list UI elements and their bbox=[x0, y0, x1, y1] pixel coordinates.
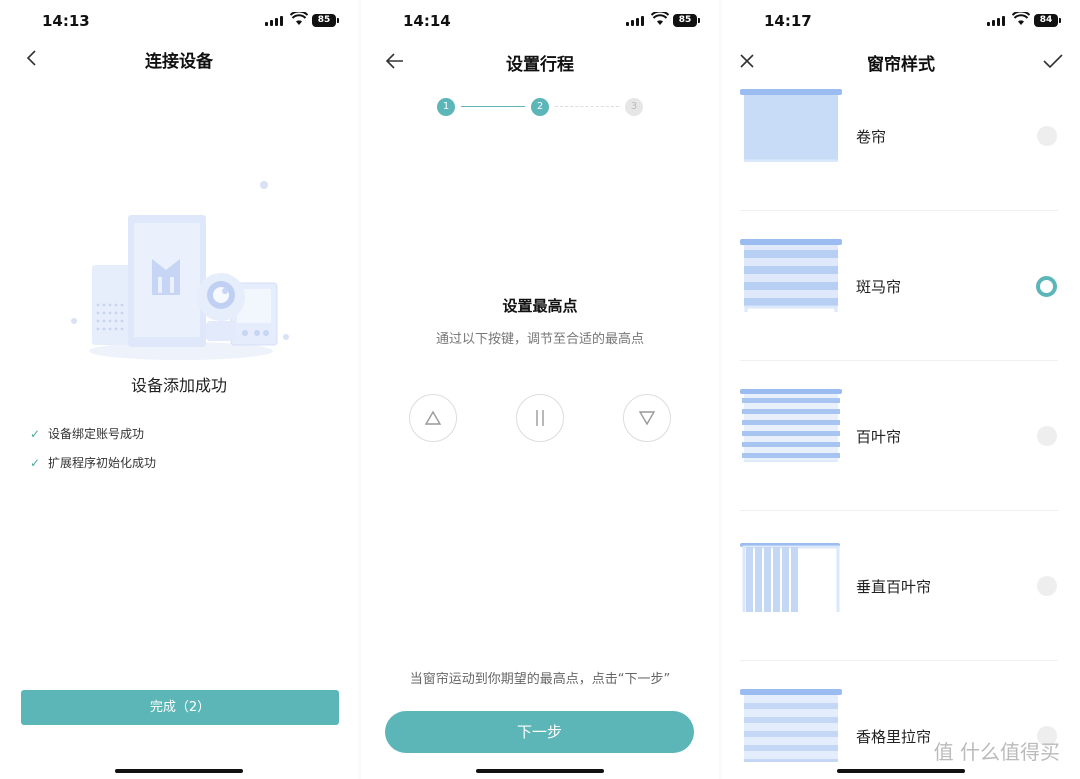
status-bar: 14:14 85 bbox=[361, 0, 719, 40]
vertical-blind-icon bbox=[740, 543, 840, 612]
radio-button[interactable] bbox=[1037, 576, 1057, 596]
set-top-heading: 设置最高点 bbox=[502, 297, 578, 315]
signal-icon bbox=[626, 16, 645, 26]
pause-button[interactable] bbox=[516, 394, 564, 442]
home-indicator bbox=[476, 769, 604, 773]
panel-curtain-style: 14:17 84 窗帘样式 卷帘 斑马帘 百叶帘 垂直百叶帘 香格里拉帘 值 什… bbox=[722, 0, 1080, 779]
triangle-up-icon bbox=[424, 410, 442, 425]
curtain-option-vertical-venetian[interactable]: 垂直百叶帘 bbox=[722, 511, 1080, 661]
step-indicator-2: 2 bbox=[531, 98, 549, 116]
panel-connect-device: 14:13 85 连接设备 设备添加成功 ✓ 设备绑定账号成功 ✓ 扩展程序初始化成… bbox=[0, 0, 358, 779]
page-title: 设置行程 bbox=[506, 55, 574, 75]
status-bar: 14:17 84 bbox=[722, 0, 1080, 40]
check-icon: ✓ bbox=[30, 456, 41, 470]
home-indicator bbox=[837, 769, 965, 773]
home-indicator bbox=[115, 769, 243, 773]
up-button[interactable] bbox=[409, 394, 457, 442]
option-label: 香格里拉帘 bbox=[856, 728, 932, 746]
venetian-blind-icon bbox=[740, 389, 842, 462]
wifi-icon bbox=[651, 12, 669, 25]
curtain-option-zebra[interactable]: 斑马帘 bbox=[722, 211, 1080, 361]
page-title: 连接设备 bbox=[145, 52, 213, 72]
device-illustration bbox=[71, 181, 289, 360]
next-step-button[interactable]: 下一步 bbox=[385, 711, 694, 753]
panel-set-travel: 14:14 85 设置行程 1 2 3 设置最高点 通过以下按键，调节至合适的最… bbox=[361, 0, 719, 779]
hint-text: 当窗帘运动到你期望的最高点，点击“下一步” bbox=[409, 672, 671, 687]
signal-icon bbox=[265, 16, 284, 26]
step-indicator-1: 1 bbox=[437, 98, 455, 116]
zebra-blind-icon bbox=[740, 239, 842, 312]
battery-icon: 85 bbox=[312, 14, 339, 27]
check-icon: ✓ bbox=[30, 427, 41, 441]
check-text: 扩展程序初始化成功 bbox=[48, 456, 157, 470]
option-label: 百叶帘 bbox=[856, 428, 902, 446]
curtain-option-roller[interactable]: 卷帘 bbox=[722, 61, 1080, 211]
step-indicator-3: 3 bbox=[625, 98, 643, 116]
radio-button-selected[interactable] bbox=[1036, 276, 1057, 297]
radio-button[interactable] bbox=[1037, 126, 1057, 146]
wifi-icon bbox=[290, 12, 308, 25]
status-time: 14:14 bbox=[403, 12, 451, 30]
option-label: 卷帘 bbox=[856, 128, 887, 146]
step-line-pending bbox=[555, 106, 619, 107]
done-button[interactable]: 完成（2） bbox=[21, 690, 339, 725]
success-text: 设备添加成功 bbox=[130, 376, 227, 395]
step-line-done bbox=[461, 106, 525, 107]
battery-icon: 85 bbox=[673, 14, 700, 27]
check-text: 设备绑定账号成功 bbox=[48, 427, 145, 441]
status-time: 14:13 bbox=[42, 12, 90, 30]
option-label: 垂直百叶帘 bbox=[856, 578, 932, 596]
roller-blind-icon bbox=[740, 89, 842, 162]
status-bar: 14:13 85 bbox=[0, 0, 358, 40]
option-label: 斑马帘 bbox=[856, 278, 902, 296]
curtain-option-venetian[interactable]: 百叶帘 bbox=[722, 361, 1080, 511]
down-button[interactable] bbox=[623, 394, 671, 442]
pause-icon bbox=[536, 410, 544, 426]
shangri-la-blind-icon bbox=[740, 689, 842, 762]
watermark: 值 什么值得买 bbox=[933, 740, 1060, 764]
triangle-down-icon bbox=[638, 411, 656, 426]
instruction-text: 通过以下按键，调节至合适的最高点 bbox=[435, 332, 644, 347]
wifi-icon bbox=[1012, 12, 1030, 25]
signal-icon bbox=[987, 16, 1006, 26]
check-item: ✓ 扩展程序初始化成功 bbox=[30, 454, 156, 471]
status-time: 14:17 bbox=[764, 12, 812, 30]
check-item: ✓ 设备绑定账号成功 bbox=[30, 425, 144, 442]
battery-icon: 84 bbox=[1034, 14, 1061, 27]
radio-button[interactable] bbox=[1037, 426, 1057, 446]
